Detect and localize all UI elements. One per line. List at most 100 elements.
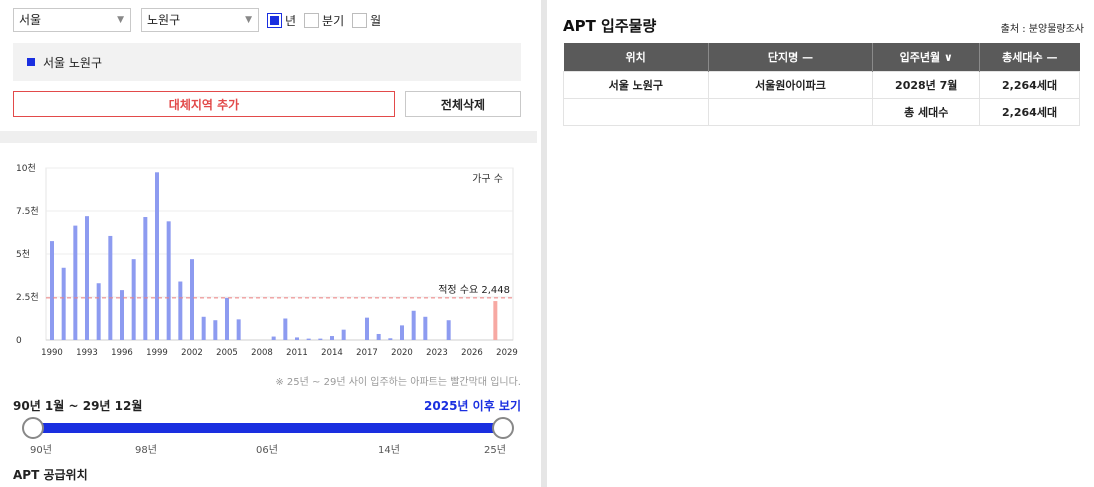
bar-2013 <box>318 338 323 340</box>
bar-2019 <box>388 338 393 340</box>
bar-1994 <box>96 283 101 340</box>
bar-1997 <box>131 259 136 340</box>
bar-2001 <box>178 281 183 340</box>
x-tick-label: 2026 <box>461 348 483 358</box>
reference-line-label: 적정 수요 2,448 <box>438 284 510 296</box>
chevron-down-icon: ▼ <box>245 15 252 25</box>
y-tick-label: 2.5천 <box>16 292 39 303</box>
y-tick-label: 5천 <box>16 249 30 260</box>
table-total-row: 총 세대수 2,264세대 <box>563 97 1080 126</box>
bar-2024 <box>446 320 451 340</box>
data-source-label: 출처 : 분양물량조사 <box>1000 24 1084 35</box>
delete-all-button[interactable]: 전체삭제 <box>405 91 521 117</box>
chart-legend-label: 가구 수 <box>472 173 503 185</box>
slider-track[interactable] <box>33 423 503 433</box>
period-month-label: 월 <box>370 13 382 28</box>
column-header-move-in-date[interactable]: 입주년월 ∨ <box>872 43 980 71</box>
bar-2022 <box>423 316 428 340</box>
bar-1992 <box>73 225 78 340</box>
period-quarter-label: 분기 <box>322 13 345 28</box>
bar-2004 <box>213 320 218 340</box>
y-tick-label: 10천 <box>16 163 36 174</box>
y-tick-label: 0 <box>16 336 22 346</box>
x-tick-label: 2002 <box>181 348 203 358</box>
table-row: 서울 노원구 서울원아이파크 2028년 7월 2,264세대 <box>563 70 1080 99</box>
after-2025-link[interactable]: 2025년 이후 보기 <box>424 397 521 414</box>
table-cell: 총 세대수 <box>872 97 981 126</box>
bar-2017 <box>365 317 369 340</box>
province-select-value: 서울 <box>19 13 42 27</box>
selected-region-label: 서울 노원구 <box>43 55 103 70</box>
right-panel: APT 입주물량 출처 : 분양물량조사 위치 단지명 — 입주년월 ∨ 총세대… <box>547 0 1094 487</box>
period-quarter-checkbox[interactable]: 분기 <box>304 12 344 29</box>
x-tick-label: 1996 <box>111 348 133 358</box>
bar-1999 <box>155 172 159 340</box>
period-range-label: 90년 1월 ~ 29년 12월 <box>13 399 143 413</box>
checkbox-checked-icon <box>267 12 282 28</box>
x-tick-label: 2008 <box>251 348 273 358</box>
table-header-row: 위치 단지명 — 입주년월 ∨ 총세대수 — <box>563 43 1080 71</box>
table-cell: 2,264세대 <box>979 97 1080 126</box>
slider-tick-label: 90년 <box>30 445 52 456</box>
slider-start-handle[interactable] <box>22 417 44 439</box>
bar-2003 <box>201 316 206 340</box>
slider-end-handle[interactable] <box>492 417 514 439</box>
table-cell: 서울 노원구 <box>563 70 709 99</box>
slider-tick-label: 98년 <box>135 445 157 456</box>
slider-tick-label: 25년 <box>484 445 506 456</box>
period-year-label: 년 <box>285 13 297 28</box>
period-year-checkbox[interactable]: 년 <box>267 12 296 29</box>
province-select[interactable]: 서울 ▼ <box>13 8 131 32</box>
bar-2002 <box>190 259 194 340</box>
table-cell <box>563 97 709 126</box>
bar-1991 <box>61 267 66 340</box>
bar-2010 <box>283 318 288 340</box>
column-header-complex-name[interactable]: 단지명 — <box>707 43 873 71</box>
filter-bar: 서울 ▼ 노원구 ▼ 년 분기 월 <box>13 8 381 32</box>
bar-2028 <box>493 301 498 340</box>
district-select-value: 노원구 <box>147 13 181 27</box>
bar-1990 <box>50 241 54 340</box>
x-tick-label: 1999 <box>146 348 168 358</box>
bar-2020 <box>400 325 404 340</box>
x-tick-label: 2005 <box>216 348 238 358</box>
chart-note: ※ 25년 ~ 29년 사이 입주하는 아파트는 빨간막대 입니다. <box>275 377 521 388</box>
column-header-total-units[interactable]: 총세대수 — <box>979 43 1080 71</box>
bar-2021 <box>411 310 416 340</box>
move-in-table: 위치 단지명 — 입주년월 ∨ 총세대수 — 서울 노원구 서울원아이파크 20… <box>563 43 1080 126</box>
bar-2012 <box>306 338 311 340</box>
bar-2009 <box>271 336 276 340</box>
bar-2015 <box>341 329 346 340</box>
checkbox-icon <box>352 12 368 28</box>
slider-tick-label: 06년 <box>256 445 278 456</box>
x-tick-label: 2023 <box>426 348 448 358</box>
selected-region-box: 서울 노원구 <box>13 43 521 81</box>
left-panel: 서울 ▼ 노원구 ▼ 년 분기 월 서울 노원구 대체지역 추가 전체삭제 10… <box>0 0 537 487</box>
table-cell: 2,264세대 <box>979 70 1080 99</box>
column-header-location: 위치 <box>563 43 709 71</box>
table-cell: 2028년 7월 <box>872 70 981 99</box>
x-tick-label: 2014 <box>321 348 343 358</box>
slider-tick-label: 14년 <box>378 445 400 456</box>
bar-2006 <box>236 319 241 340</box>
move-in-volume-title: APT 입주물량 <box>563 17 657 35</box>
x-tick-label: 2020 <box>391 348 413 358</box>
bar-1993 <box>85 216 89 340</box>
period-month-checkbox[interactable]: 월 <box>352 12 381 29</box>
bar-2005 <box>225 297 229 340</box>
x-tick-label: 2017 <box>356 348 378 358</box>
supply-location-title: APT 공급위치 <box>13 468 88 482</box>
y-tick-label: 7.5천 <box>16 206 39 217</box>
year-range-slider[interactable] <box>22 417 514 439</box>
bar-2018 <box>376 333 381 340</box>
bar-2011 <box>295 337 299 340</box>
x-tick-label: 1990 <box>41 348 63 358</box>
bar-2014 <box>330 336 334 340</box>
section-divider <box>0 131 537 143</box>
bar-1998 <box>143 217 148 340</box>
square-bullet-icon <box>27 58 35 66</box>
x-tick-label: 1993 <box>76 348 98 358</box>
district-select[interactable]: 노원구 ▼ <box>141 8 259 32</box>
add-region-button[interactable]: 대체지역 추가 <box>13 91 395 117</box>
chevron-down-icon: ▼ <box>117 15 124 25</box>
